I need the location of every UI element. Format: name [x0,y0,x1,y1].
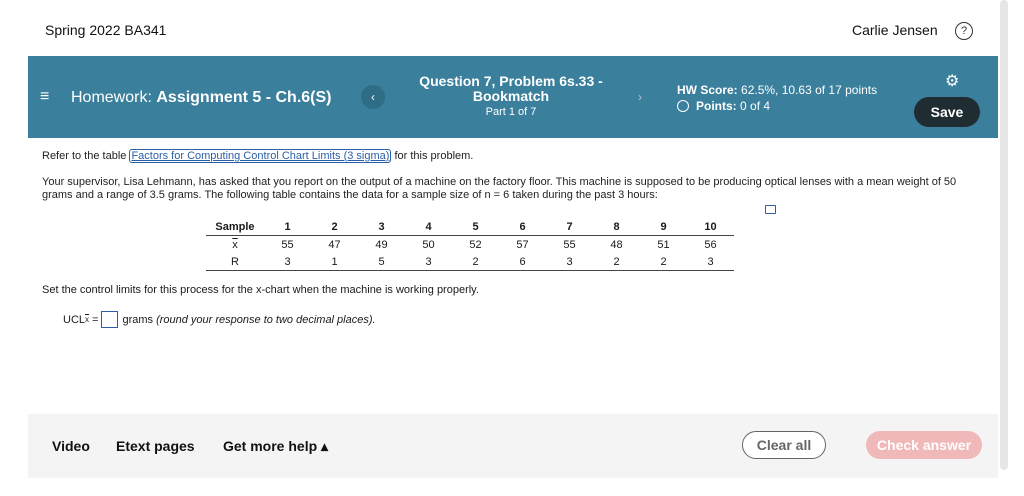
table-cell: 50 [422,238,435,251]
ucl-hint: (round your response to two decimal plac… [156,313,376,326]
data-table: Sample 1 2 3 4 5 6 7 8 9 10 x 55 47 49 5… [206,218,734,271]
table-cell: 3 [405,253,452,271]
table-cell: 6 [499,253,546,271]
ucl-unit: grams [122,313,154,326]
save-button[interactable]: Save [914,97,980,127]
menu-icon[interactable]: ≡ [40,89,49,105]
ucl-subscript: x [85,315,90,324]
etext-pages-link[interactable]: Etext pages [116,438,195,454]
question-title: Question 7, Problem 6s.33 - Bookmatch [419,73,603,104]
top-bar: Spring 2022 BA341 Carlie Jensen ? [0,0,1000,56]
points-value: 0 of 4 [740,99,771,113]
table-header-cell: 6 [499,218,546,236]
clear-all-button[interactable]: Clear all [742,431,826,459]
table-header-cell: 3 [358,218,405,236]
assignment-banner: ≡ Homework: Assignment 5 - Ch.6(S) ‹ Que… [28,56,998,138]
table-header-cell: 7 [546,218,593,236]
table-header-cell: 1 [264,218,311,236]
table-cell: 55 [281,238,294,251]
table-cell: 5 [358,253,405,271]
table-cell: 52 [469,238,482,251]
user-name[interactable]: Carlie Jensen [852,22,938,38]
refer-text: Refer to the table Factors for Computing… [42,149,474,163]
table-row-label: R [206,253,264,271]
question-part: Part 1 of 7 [485,106,537,118]
previous-question-button[interactable]: ‹ [361,85,385,109]
table-cell: 56 [704,238,717,251]
homework-title[interactable]: Homework: Assignment 5 - Ch.6(S) [71,89,332,107]
gear-icon[interactable]: ⚙ [945,74,959,90]
table-header-cell: 9 [640,218,687,236]
table-row-label: x [232,238,238,251]
points-radio-icon [677,100,689,112]
scenario-text: Your supervisor, Lisa Lehmann, has asked… [42,176,957,201]
table-cell: 1 [311,253,358,271]
table-header-cell: Sample [206,218,264,236]
set-limits-instruction: Set the control limits for this process … [42,284,479,296]
homework-name: Assignment 5 - Ch.6(S) [156,89,332,106]
ucl-input[interactable] [101,311,119,328]
table-cell: 48 [610,238,623,251]
refer-post: for this problem. [394,150,474,162]
table-cell: 3 [687,253,734,271]
get-more-help-link[interactable]: Get more help ▴ [223,438,328,455]
points-label: Points: [696,99,737,113]
table-header-row: Sample 1 2 3 4 5 6 7 8 9 10 [206,218,734,236]
check-answer-button[interactable]: Check answer [866,431,982,459]
next-question-button[interactable]: › [628,85,652,109]
hw-score-label: HW Score: [677,83,738,97]
table-cell: 2 [640,253,687,271]
table-cell: 49 [375,238,388,251]
table-cell: 47 [328,238,341,251]
scrollbar[interactable] [1000,0,1008,470]
factors-table-link[interactable]: Factors for Computing Control Chart Limi… [129,149,392,163]
course-title: Spring 2022 BA341 [45,22,167,38]
homework-label: Homework: [71,89,152,106]
ucl-equals: = [92,313,99,326]
table-cell: 57 [516,238,529,251]
ucl-answer-row: UCL x = grams (round your response to two… [63,311,376,328]
refer-pre: Refer to the table [42,150,127,162]
ucl-label: UCL [63,313,86,326]
table-cell: 3 [264,253,311,271]
table-cell: 51 [657,238,670,251]
hw-score: HW Score: 62.5%, 10.63 of 17 points [677,83,877,97]
table-header-cell: 10 [687,218,734,236]
table-cell: 2 [593,253,640,271]
table-header-cell: 8 [593,218,640,236]
video-link[interactable]: Video [52,438,90,454]
table-header-cell: 4 [405,218,452,236]
table-row-x: x 55 47 49 50 52 57 55 48 51 56 [206,236,734,254]
hw-score-value: 62.5%, 10.63 of 17 points [741,83,878,97]
help-icon[interactable]: ? [955,22,973,40]
footer-bar: Video Etext pages Get more help ▴ Clear … [28,414,998,478]
table-cell: 55 [563,238,576,251]
points: Points: 0 of 4 [677,99,770,113]
table-header-cell: 5 [452,218,499,236]
table-row-r: R 3 1 5 3 2 6 3 2 2 3 [206,253,734,271]
table-header-cell: 2 [311,218,358,236]
copy-data-icon[interactable] [765,205,776,214]
table-cell: 3 [546,253,593,271]
table-cell: 2 [452,253,499,271]
